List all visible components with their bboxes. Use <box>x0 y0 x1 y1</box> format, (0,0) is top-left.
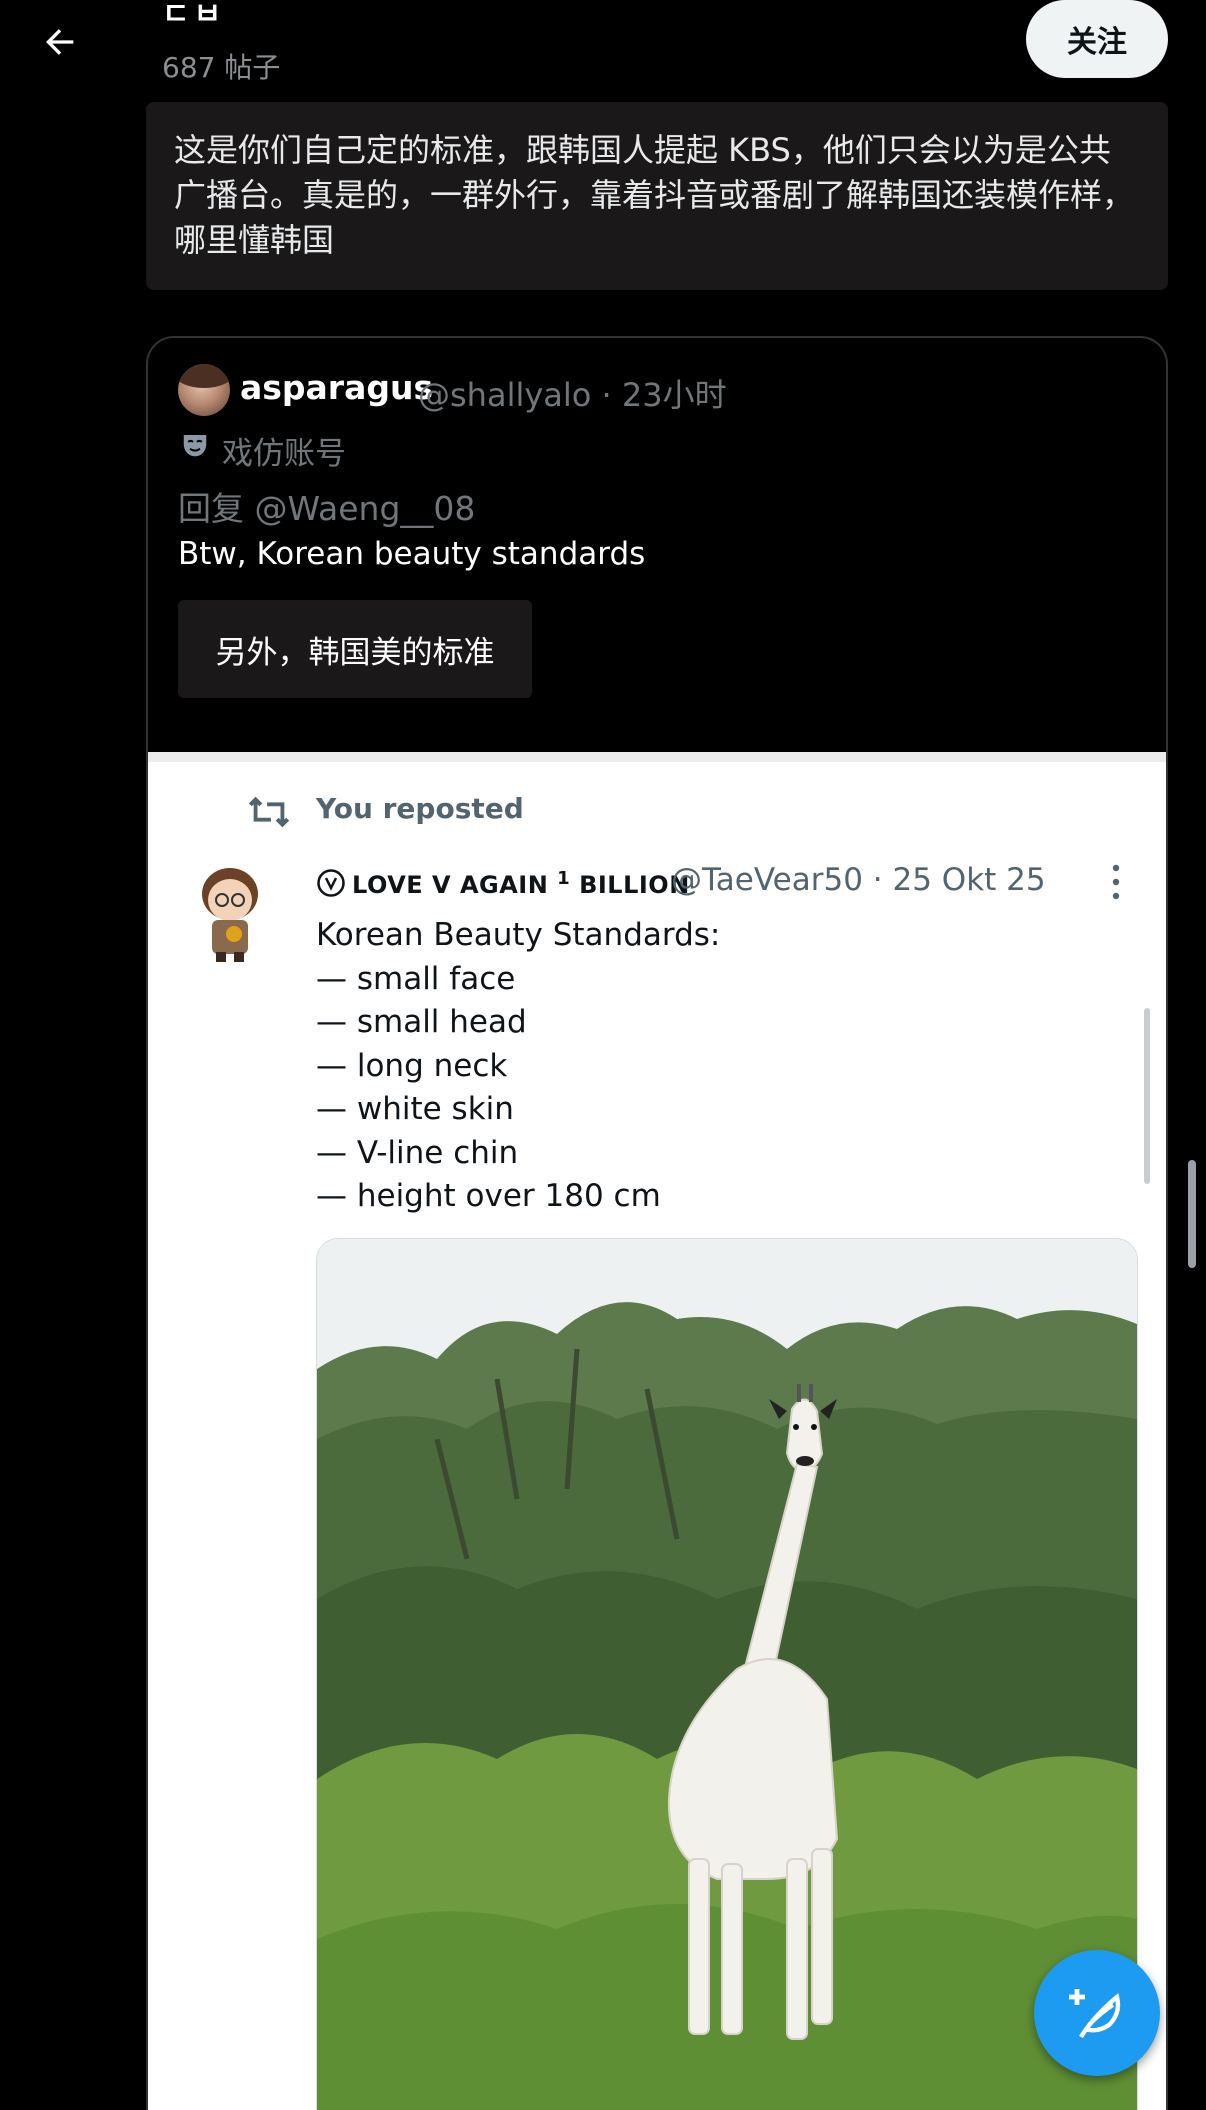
embedded-tweet-text: Korean Beauty Standards: — small face — … <box>316 917 721 1214</box>
translation-text: 这是你们自己定的标准，跟韩国人提起 KBS，他们只会以为是公共广播台。真是的，一… <box>174 131 1135 259</box>
avatar[interactable] <box>178 364 230 416</box>
follow-button[interactable]: 关注 <box>1026 0 1168 78</box>
embedded-author-handle-time: @TaeVear50 · 25 Okt 25 <box>671 862 1046 898</box>
giraffe-photo-art <box>317 1239 1137 2110</box>
compose-button[interactable] <box>1034 1950 1160 2076</box>
embedded-scrollbar <box>1144 1008 1150 1184</box>
quoted-author-handle-time: @shallyalo · 23小时 <box>418 376 727 414</box>
profile-name: ㄷㅂ <box>162 0 226 32</box>
giraffe-photo <box>316 1238 1138 2110</box>
theater-mask-icon <box>183 435 207 457</box>
repost-icon <box>248 796 290 828</box>
back-button[interactable] <box>30 12 90 72</box>
quoted-author-name[interactable]: asparagus <box>240 368 433 407</box>
quoted-post-card[interactable]: asparagus @shallyalo · 23小时 戏仿账号 回复 @Wae… <box>146 336 1168 2110</box>
parody-account-label: 戏仿账号 <box>222 436 346 472</box>
avatar <box>202 868 258 962</box>
quoted-post-translation: 另外，韩国美的标准 <box>178 600 532 698</box>
post-count: 687 帖子 <box>162 51 281 84</box>
arrow-left-icon <box>46 29 74 55</box>
v-circle-icon <box>317 869 345 897</box>
name-main: LOVE V AGAIN <box>352 871 549 899</box>
reply-to-label[interactable]: 回复 @Waeng__08 <box>178 482 475 530</box>
compose-feather-icon <box>1069 1989 1121 2039</box>
embedded-author-name: LOVE V AGAIN 1 BILLION <box>352 868 690 899</box>
embedded-tweet-image[interactable]: You reposted LOVE V AGAIN 1 BILLION @Tae… <box>148 752 1166 2110</box>
translation-box: 这是你们自己定的标准，跟韩国人提起 KBS，他们只会以为是公共广播台。真是的，一… <box>146 102 1168 290</box>
name-superscript: 1 <box>557 868 571 889</box>
more-vertical-icon <box>1112 864 1120 900</box>
quoted-post-body: Btw, Korean beauty standards <box>178 536 646 572</box>
repost-label: You reposted <box>316 792 524 825</box>
page-scrollbar[interactable] <box>1188 1160 1196 1268</box>
